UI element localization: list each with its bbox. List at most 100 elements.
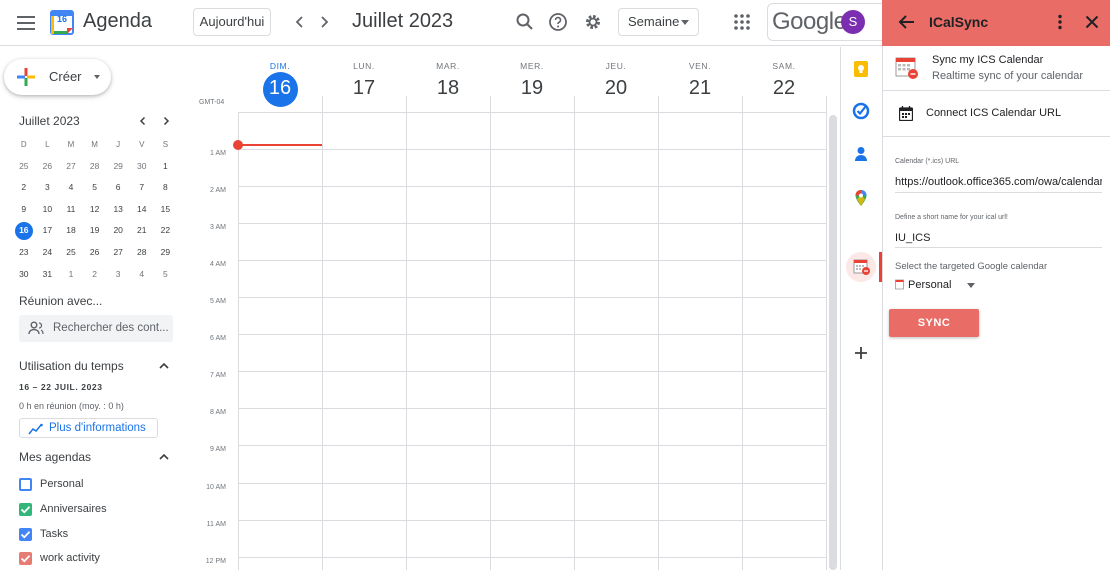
hour-label: 2 AM: [210, 187, 226, 194]
mini-day[interactable]: 5: [154, 264, 178, 286]
mini-next-chevron-icon[interactable]: [159, 114, 173, 128]
calendar-item[interactable]: work activity: [19, 551, 179, 567]
mini-day[interactable]: 7: [130, 177, 154, 199]
mini-day[interactable]: 28: [130, 242, 154, 264]
checkbox-checked-icon[interactable]: [19, 552, 32, 565]
target-calendar-select[interactable]: Personal: [908, 279, 951, 291]
mini-day[interactable]: 3: [36, 177, 60, 199]
mini-day[interactable]: 9: [12, 199, 36, 221]
chevron-up-icon[interactable]: [157, 359, 171, 373]
mini-day[interactable]: 2: [83, 264, 107, 286]
mini-day[interactable]: 4: [59, 177, 83, 199]
mini-day[interactable]: 1: [154, 156, 178, 178]
mini-day-number: 29: [160, 246, 171, 257]
mini-day[interactable]: 3: [106, 264, 130, 286]
mini-day-number: 17: [42, 225, 53, 236]
mini-day[interactable]: 31: [36, 264, 60, 286]
mini-day[interactable]: 29: [154, 242, 178, 264]
day-name-label: VEN.: [688, 61, 712, 71]
sync-subtitle: Realtime sync of your calendar: [932, 70, 1084, 82]
mini-day[interactable]: 12: [83, 199, 107, 221]
add-addon-plus-icon[interactable]: [852, 344, 870, 362]
contacts-icon[interactable]: [852, 145, 870, 163]
hour-label: 4 AM: [210, 261, 226, 268]
day-number[interactable]: 19: [490, 77, 574, 100]
mini-day[interactable]: 30: [12, 264, 36, 286]
icalsync-addon-icon[interactable]: [853, 258, 871, 276]
mini-day[interactable]: 26: [83, 242, 107, 264]
search-people-input[interactable]: Rechercher des cont...: [19, 315, 173, 342]
close-icon[interactable]: [1082, 12, 1102, 32]
mini-day[interactable]: 30: [130, 156, 154, 178]
mini-day[interactable]: 24: [36, 242, 60, 264]
checkbox-checked-icon[interactable]: [19, 528, 32, 541]
mini-day[interactable]: 10: [36, 199, 60, 221]
short-name-input[interactable]: IU_ICS: [895, 232, 1102, 244]
day-number[interactable]: 20: [574, 77, 658, 100]
settings-gear-icon[interactable]: [582, 11, 604, 33]
checkbox-empty-icon[interactable]: [19, 478, 32, 491]
day-number[interactable]: 18: [406, 77, 490, 100]
mini-day[interactable]: 4: [130, 264, 154, 286]
mini-day[interactable]: 29: [106, 156, 130, 178]
dropdown-caret-icon[interactable]: [967, 283, 975, 288]
tasks-icon[interactable]: [852, 102, 870, 120]
mini-day[interactable]: 2: [12, 177, 36, 199]
keep-notes-icon[interactable]: [852, 60, 870, 78]
avatar[interactable]: S: [841, 10, 865, 34]
mini-day[interactable]: 18: [59, 220, 83, 242]
day-number[interactable]: 22: [742, 77, 826, 100]
chevron-up-icon[interactable]: [157, 450, 171, 464]
search-icon[interactable]: [514, 11, 536, 33]
calendar-item[interactable]: Personal: [19, 477, 179, 493]
mini-day[interactable]: 25: [59, 242, 83, 264]
mini-day-number: 27: [113, 246, 123, 257]
mini-day[interactable]: 11: [59, 199, 83, 221]
sync-my-ics-item[interactable]: Sync my ICS Calendar Realtime sync of yo…: [883, 47, 1110, 89]
main-menu-icon[interactable]: [14, 11, 38, 35]
mini-day[interactable]: 14: [130, 199, 154, 221]
mini-day[interactable]: 23: [12, 242, 36, 264]
checkbox-checked-icon[interactable]: [19, 503, 32, 516]
mini-day[interactable]: 6: [106, 177, 130, 199]
help-icon[interactable]: [547, 11, 569, 33]
mini-day[interactable]: 17: [36, 220, 60, 242]
mini-day-selected[interactable]: 16: [12, 220, 36, 242]
today-day-number[interactable]: 16: [238, 77, 322, 100]
mini-day[interactable]: 13: [106, 199, 130, 221]
calendar-item[interactable]: Anniversaires: [19, 502, 179, 518]
calendar-item[interactable]: Tasks: [19, 527, 179, 543]
back-arrow-icon[interactable]: [897, 12, 917, 32]
mini-day[interactable]: 27: [59, 156, 83, 178]
apps-grid-icon[interactable]: [731, 11, 753, 33]
day-number[interactable]: 17: [322, 77, 406, 100]
mini-day[interactable]: 8: [154, 177, 178, 199]
mini-day[interactable]: 15: [154, 199, 178, 221]
mini-day[interactable]: 25: [12, 156, 36, 178]
view-selector[interactable]: Semaine: [618, 8, 699, 36]
mini-day[interactable]: 19: [83, 220, 107, 242]
mini-day[interactable]: 21: [130, 220, 154, 242]
more-vertical-icon[interactable]: [1050, 12, 1070, 32]
mini-day[interactable]: 22: [154, 220, 178, 242]
today-button[interactable]: Aujourd'hui: [193, 8, 271, 36]
sync-button[interactable]: SYNC: [889, 309, 979, 337]
mini-day[interactable]: 5: [83, 177, 107, 199]
mini-day[interactable]: 1: [59, 264, 83, 286]
ics-url-input[interactable]: https://outlook.office365.com/owa/calend…: [895, 176, 1102, 188]
connect-ics-url-item[interactable]: Connect ICS Calendar URL: [883, 91, 1110, 136]
create-button[interactable]: Créer: [4, 59, 111, 95]
chevron-left-icon[interactable]: [290, 12, 310, 32]
chevron-right-icon[interactable]: [314, 12, 334, 32]
mini-day[interactable]: 28: [83, 156, 107, 178]
maps-pin-icon[interactable]: [852, 189, 870, 207]
mini-day-number: 24: [42, 246, 53, 257]
day-number[interactable]: 21: [658, 77, 742, 100]
grid-scrollbar[interactable]: [829, 115, 837, 570]
mini-prev-chevron-icon[interactable]: [136, 114, 150, 128]
mini-day[interactable]: 26: [36, 156, 60, 178]
mini-day[interactable]: 20: [106, 220, 130, 242]
mini-day[interactable]: 27: [106, 242, 130, 264]
more-info-button[interactable]: Plus d'informations: [19, 418, 158, 438]
mini-day-number: 9: [21, 203, 27, 214]
